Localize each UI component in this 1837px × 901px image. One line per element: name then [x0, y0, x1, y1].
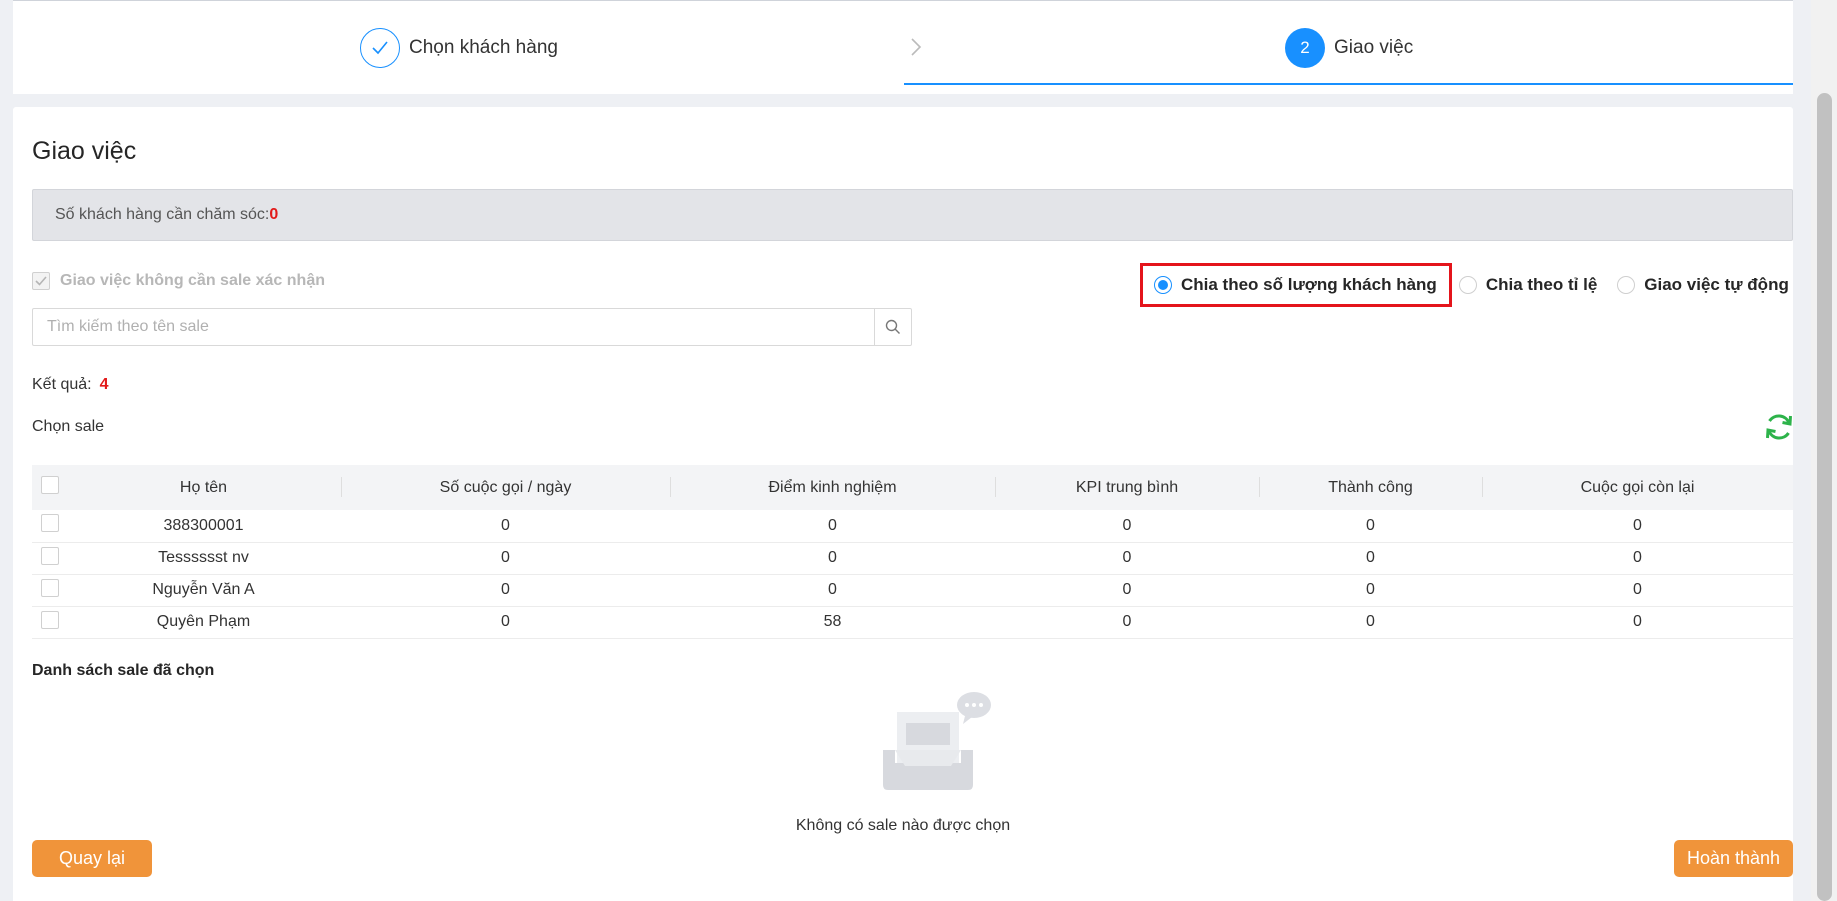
- select-all-cell: [32, 465, 66, 510]
- col-success[interactable]: Thành công: [1259, 465, 1482, 510]
- cell-success: 0: [1259, 574, 1482, 607]
- col-kpi[interactable]: KPI trung bình: [995, 465, 1259, 510]
- cell-calls: 0: [341, 542, 670, 575]
- cell-calls: 0: [341, 574, 670, 607]
- checkbox-checked-icon: [32, 272, 50, 290]
- cell-name: Quyên Phạm: [66, 606, 341, 639]
- no-confirm-label: Giao việc không cần sale xác nhận: [60, 272, 325, 289]
- radio-label: Chia theo tỉ lệ: [1485, 275, 1598, 294]
- table-row[interactable]: Nguyễn Văn A 0 0 0 0 0: [32, 574, 1793, 607]
- page-title: Giao việc: [32, 137, 137, 165]
- row-checkbox[interactable]: [41, 578, 59, 597]
- table-row[interactable]: 388300001 0 0 0 0 0: [32, 510, 1793, 543]
- row-checkbox[interactable]: [41, 546, 59, 565]
- refresh-icon[interactable]: [1763, 411, 1795, 448]
- cell-experience: 0: [670, 542, 995, 575]
- no-confirm-checkbox[interactable]: Giao việc không cần sale xác nhận: [32, 272, 325, 290]
- radio-by-customer-count[interactable]: Chia theo số lượng khách hàng: [1140, 263, 1452, 307]
- cell-success: 0: [1259, 510, 1482, 543]
- radio-selected-icon: [1154, 276, 1172, 294]
- check-icon: [360, 28, 400, 68]
- row-checkbox-cell: [32, 510, 66, 543]
- sale-table: Họ tên Số cuộc gọi / ngày Điểm kinh nghi…: [32, 465, 1793, 639]
- col-name[interactable]: Họ tên: [66, 465, 341, 510]
- empty-selected-text: Không có sale nào được chọn: [795, 817, 1011, 834]
- cell-remaining: 0: [1482, 606, 1793, 639]
- step-assign[interactable]: 2 Giao việc: [1285, 28, 1413, 68]
- table-header-row: Họ tên Số cuộc gọi / ngày Điểm kinh nghi…: [32, 465, 1793, 510]
- customer-count-notice: Số khách hàng cần chăm sóc: 0: [32, 189, 1793, 241]
- radio-label: Giao việc tự động: [1644, 275, 1789, 294]
- cell-calls: 0: [341, 606, 670, 639]
- step-choose-customer[interactable]: Chọn khách hàng: [360, 28, 558, 68]
- step-label: Chọn khách hàng: [409, 37, 558, 58]
- cell-success: 0: [1259, 542, 1482, 575]
- cell-experience: 0: [670, 510, 995, 543]
- scrollbar-thumb[interactable]: [1817, 93, 1832, 901]
- row-checkbox[interactable]: [41, 610, 59, 629]
- cell-kpi: 0: [995, 510, 1259, 543]
- assign-card: Giao việc Số khách hàng cần chăm sóc: 0 G…: [13, 107, 1793, 901]
- choose-sale-label: Chọn sale: [32, 418, 105, 435]
- radio-by-ratio[interactable]: Chia theo tỉ lệ: [1458, 275, 1598, 295]
- cell-success: 0: [1259, 606, 1482, 639]
- sale-search: [32, 308, 912, 346]
- cell-name: 388300001: [66, 510, 341, 543]
- chevron-right-icon: [910, 37, 922, 62]
- cell-name: Tesssssst nv: [66, 542, 341, 575]
- active-step-underline: [904, 83, 1793, 85]
- notice-count: 0: [269, 206, 279, 223]
- radio-icon: [1458, 276, 1477, 294]
- steps-bar: Chọn khách hàng 2 Giao việc: [13, 0, 1793, 94]
- cell-kpi: 0: [995, 542, 1259, 575]
- table-row[interactable]: Quyên Phạm 0 58 0 0 0: [32, 606, 1793, 639]
- cell-remaining: 0: [1482, 542, 1793, 575]
- row-checkbox-cell: [32, 574, 66, 607]
- cell-kpi: 0: [995, 574, 1259, 607]
- col-calls-per-day[interactable]: Số cuộc gọi / ngày: [341, 465, 670, 510]
- cell-experience: 58: [670, 606, 995, 639]
- result-label: Kết quả:: [32, 376, 92, 393]
- table-row[interactable]: Tesssssst nv 0 0 0 0 0: [32, 542, 1793, 575]
- cell-calls: 0: [341, 510, 670, 543]
- cell-experience: 0: [670, 574, 995, 607]
- radio-label: Chia theo số lượng khách hàng: [1181, 275, 1437, 294]
- cell-name: Nguyễn Văn A: [66, 574, 341, 607]
- search-button[interactable]: [874, 308, 912, 346]
- col-experience[interactable]: Điểm kinh nghiệm: [670, 465, 995, 510]
- cell-kpi: 0: [995, 606, 1259, 639]
- empty-inbox-icon: [861, 680, 1001, 805]
- back-button[interactable]: Quay lại: [32, 840, 152, 877]
- selected-sales-title: Danh sách sale đã chọn: [32, 662, 215, 679]
- row-checkbox-cell: [32, 542, 66, 575]
- step-label: Giao việc: [1334, 37, 1414, 58]
- distribution-radio-group: Chia theo số lượng khách hàng Chia theo …: [1140, 263, 1789, 307]
- search-input[interactable]: [32, 308, 874, 346]
- cell-remaining: 0: [1482, 510, 1793, 543]
- radio-auto-assign[interactable]: Giao việc tự động: [1617, 275, 1789, 295]
- cell-remaining: 0: [1482, 574, 1793, 607]
- radio-icon: [1617, 276, 1636, 294]
- col-remaining-calls[interactable]: Cuộc gọi còn lại: [1482, 465, 1793, 510]
- search-icon: [885, 319, 900, 334]
- scrollbar[interactable]: [1811, 0, 1837, 901]
- step-number: 2: [1285, 28, 1325, 68]
- select-all-checkbox[interactable]: [41, 476, 59, 494]
- result-number: 4: [99, 376, 109, 393]
- row-checkbox-cell: [32, 606, 66, 639]
- result-count: Kết quả: 4: [32, 376, 109, 394]
- finish-button[interactable]: Hoàn thành: [1674, 840, 1793, 877]
- notice-text: Số khách hàng cần chăm sóc:: [55, 206, 270, 223]
- row-checkbox[interactable]: [41, 514, 59, 533]
